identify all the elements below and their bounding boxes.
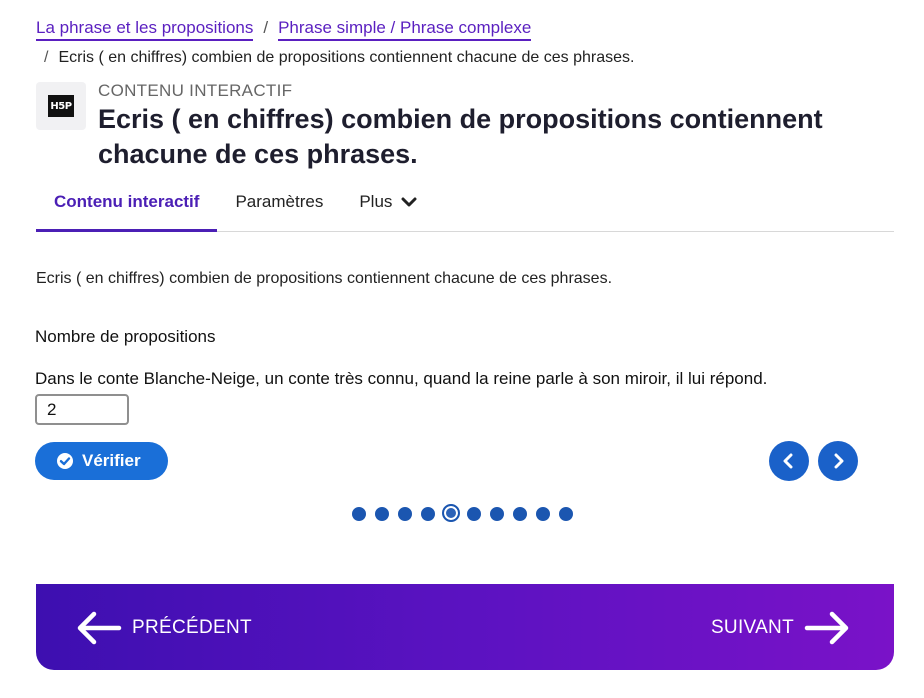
task-description: Ecris ( en chiffres) combien de proposit… <box>36 270 613 287</box>
breadcrumb-link-phrase[interactable]: Phrase simple / Phrase complexe <box>278 18 532 41</box>
tab-label: Contenu interactif <box>54 192 200 211</box>
verify-label: Vérifier <box>82 451 141 470</box>
pager-dot[interactable] <box>421 507 435 521</box>
pager-dot[interactable] <box>398 507 412 521</box>
pager-dot[interactable] <box>559 507 573 521</box>
breadcrumb-separator: / <box>44 49 49 66</box>
h5p-logo: H5P <box>36 82 86 130</box>
breadcrumb-link-propositions[interactable]: La phrase et les propositions <box>36 18 254 41</box>
h5p-logo-mark: H5P <box>48 95 74 117</box>
pager-dot[interactable] <box>536 507 550 521</box>
pager-dot[interactable] <box>352 507 366 521</box>
chevron-right-icon <box>834 453 844 469</box>
tab-settings[interactable]: Paramètres <box>217 178 341 232</box>
breadcrumb-current: Ecris ( en chiffres) combien de proposit… <box>58 49 635 66</box>
content-type-label: CONTENU INTERACTIF <box>98 81 293 100</box>
question-text: Dans le conte Blanche-Neige, un conte tr… <box>35 369 768 388</box>
next-label: SUIVANT <box>710 617 794 638</box>
verify-button[interactable]: Vérifier <box>35 442 168 480</box>
arrow-right-icon <box>804 611 849 645</box>
breadcrumb-separator: / <box>263 18 269 37</box>
check-circle-icon <box>57 453 73 469</box>
tab-more[interactable]: Plus <box>341 178 435 232</box>
pager-dot[interactable] <box>490 507 504 521</box>
previous-page-button[interactable]: PRÉCÉDENT <box>76 611 252 645</box>
tab-interactive-content[interactable]: Contenu interactif <box>36 178 218 232</box>
tab-label: Plus <box>359 192 393 211</box>
pager-dot[interactable] <box>467 507 481 521</box>
arrow-left-icon <box>77 611 122 645</box>
previous-label: PRÉCÉDENT <box>132 617 252 638</box>
chevron-down-icon <box>401 193 417 213</box>
tab-bar: Contenu interactif Paramètres Plus <box>36 178 894 232</box>
pager-dot-current[interactable] <box>442 504 460 522</box>
previous-question-button[interactable] <box>769 441 809 481</box>
question-pager <box>352 504 582 522</box>
breadcrumb: La phrase et les propositions / Phrase s… <box>36 18 634 67</box>
content-header: H5P CONTENU INTERACTIF Ecris ( en chiffr… <box>36 82 858 172</box>
next-question-button[interactable] <box>818 441 858 481</box>
answer-input[interactable] <box>35 394 129 425</box>
chevron-left-icon <box>783 453 793 469</box>
next-page-button[interactable]: SUIVANT <box>711 611 850 645</box>
footer-navigation: PRÉCÉDENT SUIVANT <box>36 584 894 670</box>
pager-dot[interactable] <box>375 507 389 521</box>
tab-label: Paramètres <box>235 192 324 211</box>
page: La phrase et les propositions / Phrase s… <box>0 0 924 698</box>
question-title: Nombre de propositions <box>35 327 216 346</box>
page-title: Ecris ( en chiffres) combien de proposit… <box>98 104 823 169</box>
pager-dot[interactable] <box>513 507 527 521</box>
